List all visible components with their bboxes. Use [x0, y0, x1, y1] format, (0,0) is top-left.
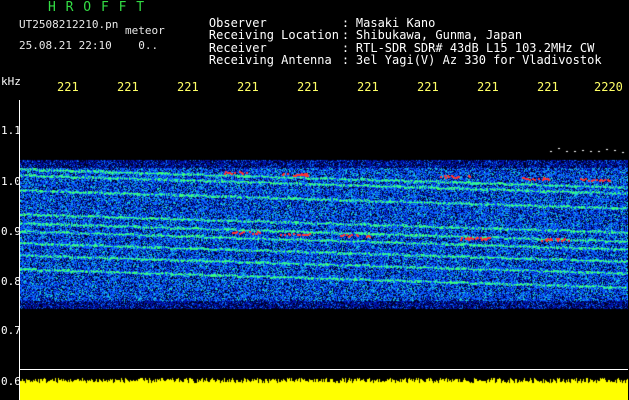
x-tick-label: 221 — [417, 80, 439, 94]
antenna-value: 3el Yagi(V) Az 330 for Vladivostok — [355, 53, 602, 67]
signal-level-bar — [20, 373, 628, 400]
image-filename: UT2508212210.pn — [19, 18, 119, 31]
x-tick-label: 2220 — [594, 80, 623, 94]
y-tick-label: 0.7 — [1, 324, 21, 337]
x-tick-label: 221 — [57, 80, 79, 94]
meteor-label: meteor — [125, 24, 165, 37]
colon: : — [341, 28, 350, 42]
x-tick-label: 221 — [537, 80, 559, 94]
info-row-observer: Observer: Masaki Kano — [180, 4, 602, 29]
spectrogram-waterfall — [20, 98, 628, 370]
x-tick-label: 221 — [297, 80, 319, 94]
observation-datetime: 25.08.21 22:10 0.. — [19, 39, 159, 52]
y-tick-label: 1.1 — [1, 124, 21, 137]
location-label: Receiving Location — [208, 28, 339, 42]
x-tick-label: 221 — [237, 80, 259, 94]
x-tick-label: 221 — [477, 80, 499, 94]
app-title: H R O F F T — [48, 0, 146, 15]
y-tick-label: 0.9 — [1, 225, 21, 238]
baseline-divider — [20, 369, 628, 370]
x-tick-label: 221 — [117, 80, 139, 94]
station-info: Observer: Masaki Kano Receiving Location:… — [180, 4, 602, 66]
y-tick-label: 0.8 — [1, 275, 21, 288]
y-axis-unit: kHz — [1, 75, 21, 88]
x-tick-label: 221 — [177, 80, 199, 94]
y-tick-label: 0.6 — [1, 375, 21, 388]
antenna-label: Receiving Antenna — [208, 53, 332, 67]
colon: : — [341, 53, 350, 67]
y-tick-label: 1.0 — [1, 175, 21, 188]
x-tick-label: 221 — [357, 80, 379, 94]
